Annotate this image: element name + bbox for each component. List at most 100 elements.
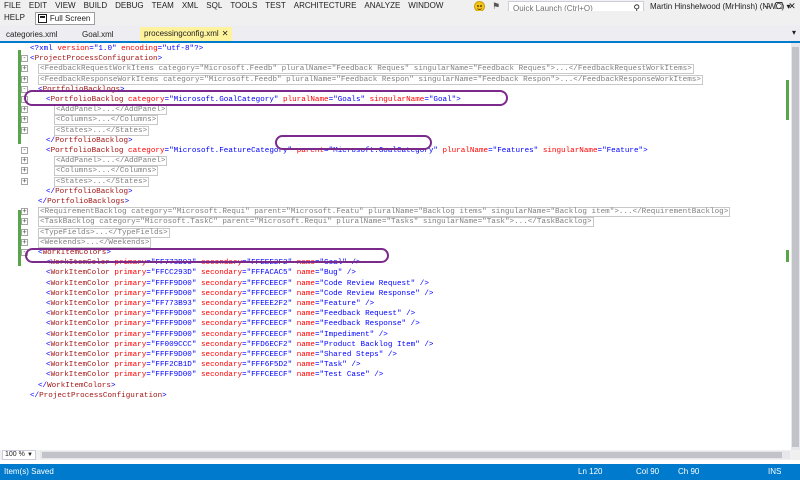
code-line[interactable]: <WorkItemColor primary="FFFF9D00" second… [0,289,791,299]
status-mode: INS [768,467,782,476]
code-line[interactable]: </PortfolioBacklogs> [0,197,791,207]
collapse-region-icon[interactable]: - [21,55,28,63]
code-line[interactable]: <WorkItemColor primary="FFF2CB1D" second… [0,360,791,370]
menu-build[interactable]: BUILD [80,0,112,11]
code-text: <TaskBacklog category="Microsoft.TaskC" … [38,217,594,228]
vertical-scrollbar[interactable] [791,43,800,450]
expand-region-icon[interactable]: + [21,106,28,114]
code-line[interactable]: + <AddPanel>...</AddPanel> [0,105,791,116]
menu-view[interactable]: VIEW [51,0,79,11]
code-text: <TypeFields>...</TypeFields> [38,227,170,238]
menu-team[interactable]: TEAM [148,0,178,11]
code-line[interactable]: </PortfolioBacklog> [0,187,791,197]
code-line[interactable]: <?xml version="1.0" encoding="utf-8"?> [0,44,791,54]
tab-goal-xml[interactable]: Goal.xml [78,28,118,41]
code-line[interactable]: </ProjectProcessConfiguration> [0,391,791,401]
code-line[interactable]: <WorkItemColor primary="FFFF9D00" second… [0,370,791,380]
menu-help[interactable]: HELP [0,11,29,25]
expand-region-icon[interactable]: + [21,228,28,236]
menu-window[interactable]: WINDOW [404,0,447,11]
code-line[interactable]: + <FeedbackResponseWorkItems category="Mi… [0,74,791,85]
menu-architecture[interactable]: ARCHITECTURE [290,0,361,11]
code-editor[interactable]: <?xml version="1.0" encoding="utf-8"?> - <… [0,43,791,450]
code-text: <WorkItemColor primary="FFCC293D" second… [46,269,356,278]
expand-region-icon[interactable]: + [21,75,28,83]
code-line[interactable]: + <States>...</States> [0,176,791,187]
status-bar: Item(s) Saved Ln 120 Col 90 Ch 90 INS [0,464,800,480]
code-text: <Weekends>...</Weekends> [38,237,152,248]
expand-region-icon[interactable]: + [21,177,28,185]
menu-debug[interactable]: DEBUG [111,0,147,11]
tab-overflow-chevron-icon[interactable]: ▾ [792,28,796,37]
menu-analyze[interactable]: ANALYZE [360,0,404,11]
collapse-region-icon[interactable]: - [21,147,28,154]
status-line: Ln 120 [578,467,603,476]
horizontal-scrollbar[interactable] [40,451,790,459]
change-indicator-bar [18,210,21,256]
code-text: <States>...</States> [54,125,150,136]
status-ch: Ch 90 [678,467,700,476]
expand-region-icon[interactable]: + [21,126,28,134]
expand-region-icon[interactable]: + [21,208,28,216]
expand-region-icon[interactable]: + [21,65,28,73]
zoom-select[interactable]: 100 % ▼ [2,450,36,460]
expand-region-icon[interactable]: + [21,167,28,175]
fullscreen-label: Full Screen [49,13,91,23]
code-line[interactable]: + <Columns>...</Columns> [0,115,791,126]
close-tab-icon[interactable]: ✕ [222,29,229,38]
code-text: <RequirementBacklog category="Microsoft.… [38,207,731,218]
fullscreen-button[interactable]: Full Screen [34,11,96,25]
menu-file[interactable]: FILE [0,0,25,11]
code-text: <FeedbackRequestWorkItems category="Micr… [38,64,694,75]
fullscreen-icon [37,13,47,23]
expand-region-icon[interactable]: + [21,157,28,165]
code-text: <WorkItemColor primary="FFFF9D00" second… [46,289,434,298]
menu-test[interactable]: TEST [261,0,289,11]
code-text: <States>...</States> [54,176,150,187]
tab-label: processingconfig.xml [144,29,219,38]
horizontal-scroll-thumb[interactable] [42,452,782,458]
code-line[interactable]: + <RequirementBacklog category="Microsoft… [0,207,791,218]
code-line[interactable]: </WorkItemColors> [0,381,791,391]
code-text: <WorkItemColor primary="FFFF9D00" second… [46,330,388,339]
code-text: <WorkItemColor primary="FF009CCC" second… [46,340,434,349]
code-line[interactable]: <WorkItemColor primary="FFFF9D00" second… [0,319,791,329]
code-line[interactable]: <WorkItemColor primary="FFCC293D" second… [0,268,791,278]
menu-sql[interactable]: SQL [202,0,226,11]
parent-attribute-highlight [275,135,432,150]
code-line[interactable]: - <ProjectProcessConfiguration> [0,54,791,64]
menu-tools[interactable]: TOOLS [226,0,261,11]
expand-region-icon[interactable]: + [21,218,28,226]
code-line[interactable]: + <Columns>...</Columns> [0,166,791,177]
tab-categories-xml[interactable]: categories.xml [2,28,62,41]
menu-edit[interactable]: EDIT [25,0,51,11]
code-line[interactable]: + <TypeFields>...</TypeFields> [0,227,791,238]
code-line[interactable]: <WorkItemColor primary="FFFF9D00" second… [0,330,791,340]
code-line[interactable]: + <TaskBacklog category="Microsoft.TaskC"… [0,217,791,228]
change-indicator-bar [18,256,21,266]
code-line[interactable]: <WorkItemColor primary="FFFF9D00" second… [0,350,791,360]
code-line[interactable]: + <AddPanel>...</AddPanel> [0,156,791,167]
code-line[interactable]: + <Weekends>...</Weekends> [0,237,791,248]
document-tab-strip: categories.xml Goal.xml processingconfig… [0,25,800,43]
code-text: </PortfolioBacklog> [46,136,133,145]
vertical-scroll-thumb[interactable] [792,47,799,447]
expand-region-icon[interactable]: + [21,116,28,124]
scroll-change-marker [786,80,789,120]
code-line[interactable]: <WorkItemColor primary="FFFF9D00" second… [0,279,791,289]
expand-region-icon[interactable]: + [21,238,28,246]
code-line[interactable]: <WorkItemColor primary="FF773B93" second… [0,299,791,309]
code-text: <WorkItemColor primary="FFFF9D00" second… [46,371,384,380]
tab-label: Goal.xml [82,30,114,39]
goal-backlog-highlight [24,90,508,106]
menu-xml[interactable]: XML [178,0,202,11]
change-indicator-bar [18,50,21,144]
code-text: <AddPanel>...</AddPanel> [54,156,168,167]
code-text: <WorkItemColor primary="FFFF9D00" second… [46,279,429,288]
code-line[interactable]: <WorkItemColor primary="FF009CCC" second… [0,340,791,350]
status-col: Col 90 [636,467,660,476]
code-line[interactable]: <WorkItemColor primary="FFFF9D00" second… [0,309,791,319]
code-line[interactable]: + <FeedbackRequestWorkItems category="Mic… [0,64,791,75]
tab-processingconfig-xml[interactable]: processingconfig.xml ✕ [140,27,233,41]
code-text: </PortfolioBacklogs> [38,198,130,206]
